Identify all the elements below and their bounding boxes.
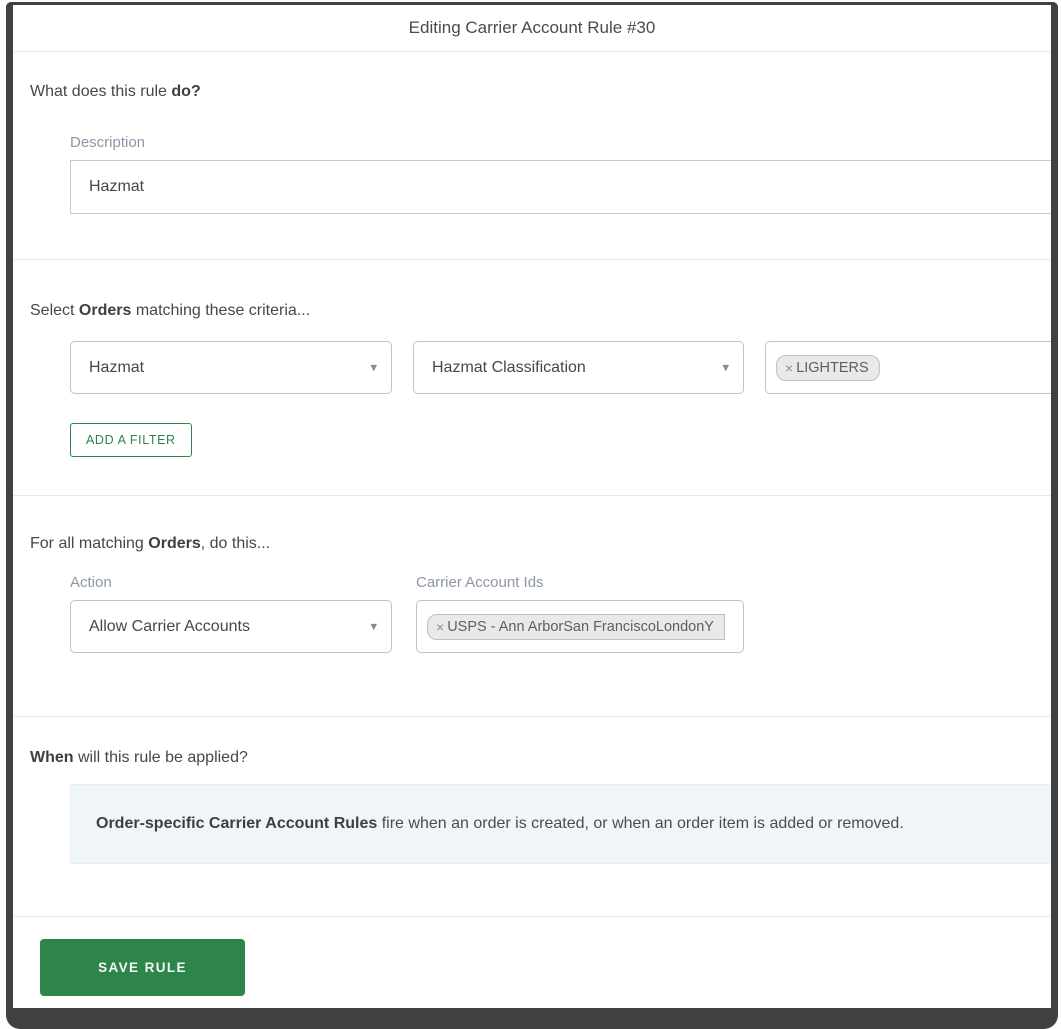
action-label: Action <box>70 574 112 591</box>
tag-label: LIGHTERS <box>796 359 869 376</box>
heading-text: What does this rule <box>30 83 172 100</box>
save-rule-button[interactable]: SAVE RULE <box>40 939 245 996</box>
description-input[interactable]: Hazmat <box>70 160 1051 214</box>
description-value: Hazmat <box>89 178 145 195</box>
action-value: Allow Carrier Accounts <box>89 617 250 635</box>
chevron-down-icon: ▾ <box>722 359 729 375</box>
carrier-account-tag: × USPS - Ann ArborSan FranciscoLondonY <box>427 613 725 640</box>
heading-text: Select <box>30 302 79 319</box>
filter-values-input[interactable]: × LIGHTERS <box>765 341 1051 394</box>
modal-content: Editing Carrier Account Rule #30 What do… <box>13 5 1051 1008</box>
heading-text-bold: When <box>30 749 74 766</box>
filter-field-value: Hazmat <box>89 358 145 376</box>
tag-label: USPS - Ann ArborSan FranciscoLondonY <box>447 618 714 635</box>
filter-comparison-value: Hazmat Classification <box>432 358 586 376</box>
criteria-row: Hazmat ▾ Hazmat Classification ▾ × LIGHT… <box>70 341 1051 394</box>
heading-text: matching these criteria... <box>131 302 311 319</box>
info-text: fire when an order is created, or when a… <box>377 815 904 832</box>
heading-text-bold: do? <box>171 83 201 100</box>
heading-text: For all matching <box>30 535 149 552</box>
section-description-heading: What does this rule do? <box>30 83 1051 101</box>
heading-text: will this rule be applied? <box>73 749 248 766</box>
page-title: Editing Carrier Account Rule #30 <box>13 5 1051 52</box>
action-row: Allow Carrier Accounts ▾ × USPS - Ann Ar… <box>70 600 1051 653</box>
action-labels-row: Action Carrier Account Ids <box>13 574 1051 591</box>
description-label: Description <box>70 134 146 151</box>
section-when: When will this rule be applied? Order-sp… <box>13 717 1051 917</box>
heading-text-bold: Orders <box>148 535 201 552</box>
heading-text-bold: Orders <box>78 302 132 319</box>
modal-window: Editing Carrier Account Rule #30 What do… <box>6 2 1058 1029</box>
filter-comparison-select[interactable]: Hazmat Classification ▾ <box>413 341 744 394</box>
section-when-heading: When will this rule be applied? <box>30 749 1051 767</box>
footer: SAVE RULE <box>13 917 1051 996</box>
carrier-account-ids-input[interactable]: × USPS - Ann ArborSan FranciscoLondonY <box>416 600 744 653</box>
action-select[interactable]: Allow Carrier Accounts ▾ <box>70 600 392 653</box>
filter-value-tag: × LIGHTERS <box>776 354 880 381</box>
chevron-down-icon: ▾ <box>370 618 377 634</box>
section-criteria: Select Orders matching these criteria...… <box>13 260 1051 496</box>
rule-trigger-info-box: Order-specific Carrier Account Rules fir… <box>70 784 1051 864</box>
section-criteria-heading: Select Orders matching these criteria... <box>30 302 1051 320</box>
remove-tag-icon[interactable]: × <box>436 619 444 635</box>
section-action: For all matching Orders, do this... Acti… <box>13 496 1051 717</box>
chevron-down-icon: ▾ <box>370 359 377 375</box>
remove-tag-icon[interactable]: × <box>785 360 793 376</box>
section-description: What does this rule do? Description Hazm… <box>13 52 1051 260</box>
section-action-heading: For all matching Orders, do this... <box>30 535 1051 553</box>
carrier-account-ids-label: Carrier Account Ids <box>416 574 544 591</box>
filter-field-select[interactable]: Hazmat ▾ <box>70 341 392 394</box>
add-filter-button[interactable]: ADD A FILTER <box>70 423 192 457</box>
info-text-bold: Order-specific Carrier Account Rules <box>96 815 378 832</box>
heading-text: , do this... <box>200 535 271 552</box>
